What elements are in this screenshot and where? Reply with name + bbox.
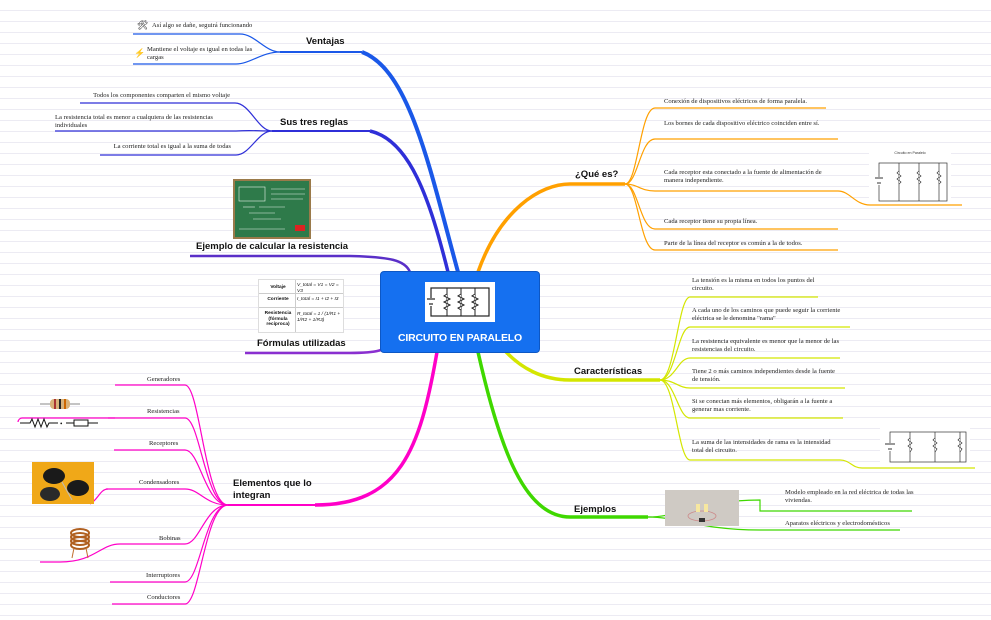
topic-ventajas[interactable]: Ventajas	[306, 36, 345, 47]
leaf-generadores[interactable]: Generadores	[147, 376, 180, 384]
resistor-image	[40, 396, 80, 412]
leaf-ventajas-1[interactable]: Así algo se dañe, seguirá funcionando	[152, 22, 282, 30]
topic-caracteristicas[interactable]: Características	[574, 366, 642, 377]
formula-corriente: I_total = I1 + I2 + I3	[297, 297, 339, 302]
topic-ejemplo-resistencia[interactable]: Ejemplo de calcular la resistencia	[196, 241, 348, 252]
leaf-que-es-1[interactable]: Conexión de dispositivos eléctricos de f…	[664, 98, 834, 106]
svg-text:•: •	[60, 420, 63, 428]
leaf-que-es-5[interactable]: Parte de la línea del receptor es común …	[664, 240, 834, 248]
parallel-diagram-caption: Circuito en Paralelo	[894, 151, 926, 155]
leaf-receptores[interactable]: Receptores	[149, 440, 178, 448]
leaf-caract-2[interactable]: A cada uno de los caminos que puede segu…	[692, 307, 852, 323]
leaf-caract-3[interactable]: La resistencia equivalente es menor que …	[692, 338, 842, 354]
leaf-condensadores[interactable]: Condensadores	[139, 479, 179, 487]
formula-label-voltaje: Voltaje	[270, 285, 286, 290]
capacitor-image	[32, 462, 94, 504]
leaf-conductores[interactable]: Conductores	[147, 594, 180, 602]
central-title: CIRCUITO EN PARALELO	[398, 332, 522, 344]
leaf-ventajas-2[interactable]: Mantiene el voltaje es igual en todas la…	[147, 46, 265, 62]
chalkboard-image	[233, 179, 311, 239]
topic-formulas[interactable]: Fórmulas utilizadas	[257, 338, 346, 349]
leaf-bobinas[interactable]: Bobinas	[159, 535, 181, 543]
leaf-reglas-3[interactable]: La corriente total es igual a la suma de…	[85, 143, 231, 151]
formula-resistencia: R_total = 1 / (1/R1 + 1/R2 + 1/R3)	[297, 312, 341, 323]
leaf-ejemplos-2[interactable]: Aparatos eléctricos y electrodomésticos	[785, 520, 915, 528]
leaf-reglas-2[interactable]: La resistencia total es menor a cualquie…	[55, 114, 235, 130]
formula-label-resistencia: Resistencia (fórmula recíproca)	[264, 311, 292, 327]
topic-que-es[interactable]: ¿Qué es?	[575, 169, 618, 180]
lightning-icon: ⚡	[134, 48, 146, 58]
leaf-interruptores[interactable]: Interruptores	[146, 572, 180, 580]
leaf-resistencias[interactable]: Resistencias	[147, 408, 180, 416]
leaf-que-es-4[interactable]: Cada receptor tiene su propia línea.	[664, 218, 834, 226]
leaf-caract-5[interactable]: Si se conectan más elementos, obligarán …	[692, 398, 842, 414]
tools-icon: 🛠	[137, 20, 149, 30]
leaf-caract-1[interactable]: La tensión es la misma en todos los punt…	[692, 277, 822, 293]
topic-reglas[interactable]: Sus tres reglas	[280, 117, 348, 128]
formula-label-corriente: Corriente	[267, 297, 289, 302]
central-node[interactable]: CIRCUITO EN PARALELO	[381, 272, 539, 352]
ejemplo-photo	[665, 490, 739, 526]
leaf-reglas-1[interactable]: Todos los componentes comparten el mismo…	[60, 92, 230, 100]
coil-image	[60, 524, 100, 560]
parallel-diagram-image: Circuito en Paralelo	[869, 151, 951, 203]
leaf-caract-4[interactable]: Tiene 2 o más caminos independientes des…	[692, 368, 842, 384]
formulas-table: Voltaje V_total = V1 = V2 = V3 Corriente…	[258, 279, 344, 333]
leaf-que-es-3[interactable]: Cada receptor esta conectado a la fuente…	[664, 169, 834, 185]
leaf-caract-6[interactable]: La suma de las intensidades de rama es l…	[692, 439, 842, 455]
resistor-symbols: •	[20, 416, 100, 429]
parallel-circuit-image	[425, 282, 495, 322]
leaf-que-es-2[interactable]: Los bornes de cada dispositivo eléctrico…	[664, 120, 834, 128]
leaf-ejemplos-1[interactable]: Modelo empleado en la red eléctrica de t…	[785, 489, 915, 505]
parallel-circuit-diagram-2	[880, 428, 970, 466]
topic-elementos[interactable]: Elementos que lo integran	[233, 478, 323, 502]
topic-ejemplos[interactable]: Ejemplos	[574, 504, 616, 515]
